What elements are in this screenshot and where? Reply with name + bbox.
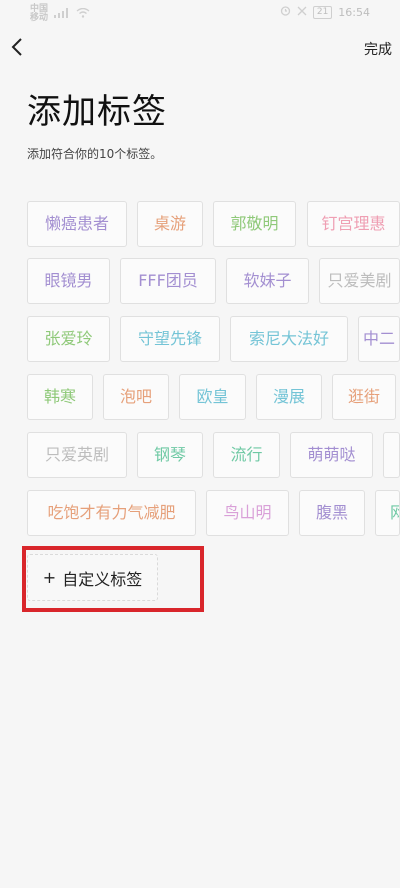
status-bar: 中国 移动 21 16:54 (0, 0, 400, 28)
tag-item[interactable]: 桌游 (137, 201, 203, 247)
chevron-left-icon (10, 37, 24, 61)
tag-label: 中二 (362, 329, 395, 348)
signal-icon (54, 7, 70, 21)
tag-item[interactable]: 流行 (213, 432, 280, 478)
tag-item[interactable]: 张爱玲 (27, 316, 110, 362)
tag-item[interactable]: 韩寒 (27, 374, 93, 420)
tag-item[interactable]: 郭敬明 (213, 201, 296, 247)
tag-label: 网 (390, 503, 399, 522)
tag-item[interactable]: FFF团员 (120, 258, 216, 304)
tag-label: 软妹子 (243, 271, 292, 290)
tag-item[interactable] (383, 432, 400, 478)
status-left: 中国 移动 (30, 5, 90, 23)
custom-tag-label: 自定义标签 (62, 569, 143, 589)
tag-label: 眼镜男 (44, 271, 93, 290)
tag-item[interactable]: 软妹子 (226, 258, 309, 304)
battery-indicator: 21 (312, 5, 333, 19)
tag-label: 郭敬明 (230, 214, 279, 233)
tag-item[interactable]: 索尼大法好 (230, 316, 348, 362)
tag-item[interactable]: 萌萌哒 (290, 432, 373, 478)
mute-icon (297, 6, 307, 19)
done-button[interactable]: 完成 (364, 39, 392, 59)
tag-item[interactable]: 腹黑 (299, 490, 365, 536)
tag-item[interactable]: 中二 (358, 316, 400, 362)
tag-label: 萌萌哒 (307, 445, 356, 464)
tag-label: 只爱美剧 (327, 271, 392, 290)
tag-item[interactable]: 只爱英剧 (27, 432, 127, 478)
tag-item[interactable]: 懒癌患者 (27, 201, 127, 247)
tag-label: 只爱英剧 (44, 445, 109, 464)
tag-item[interactable]: 欧皇 (179, 374, 246, 420)
alarm-icon (280, 5, 291, 19)
tag-item[interactable]: 只爱美剧 (319, 258, 400, 304)
wifi-icon (76, 7, 90, 21)
tag-item[interactable]: 眼镜男 (27, 258, 110, 304)
tag-item[interactable]: 守望先锋 (120, 316, 220, 362)
tag-item[interactable]: 逛街 (332, 374, 396, 420)
tag-label: 鸟山明 (223, 503, 272, 522)
tag-label: 泡吧 (119, 387, 152, 406)
tag-label: 漫展 (272, 387, 305, 406)
status-time: 16:54 (338, 5, 370, 19)
tag-item[interactable]: 钢琴 (137, 432, 203, 478)
tag-label: 懒癌患者 (44, 214, 109, 233)
tag-item[interactable]: 泡吧 (103, 374, 169, 420)
tag-label: 逛街 (347, 387, 380, 406)
back-button[interactable] (2, 34, 32, 64)
tag-label: 流行 (230, 445, 263, 464)
tag-item[interactable]: 钉宫理惠 (307, 201, 400, 247)
tag-item[interactable]: 网 (375, 490, 400, 536)
tag-item[interactable]: 鸟山明 (206, 490, 289, 536)
nav-bar: 完成 (0, 34, 400, 66)
tag-item[interactable]: 漫展 (256, 374, 322, 420)
tag-label: 钉宫理惠 (321, 214, 386, 233)
tag-label: 钢琴 (153, 445, 186, 464)
tag-label: 韩寒 (43, 387, 76, 406)
tag-item[interactable]: 吃饱才有力气减肥 (27, 490, 196, 536)
tag-label: 张爱玲 (44, 329, 93, 348)
carrier-label: 中国 移动 (30, 4, 49, 23)
tag-label: FFF团员 (138, 271, 198, 290)
tag-label: 吃饱才有力气减肥 (47, 503, 176, 522)
page-title: 添加标签 (27, 92, 167, 132)
tag-label: 守望先锋 (137, 329, 202, 348)
tag-label: 欧皇 (196, 387, 229, 406)
tag-label: 桌游 (153, 214, 186, 233)
custom-tag-button[interactable]: + 自定义标签 (27, 554, 158, 601)
plus-icon: + (42, 568, 57, 587)
tag-label: 腹黑 (315, 503, 348, 522)
tag-label: 索尼大法好 (248, 329, 329, 348)
status-right: 21 16:54 (280, 5, 370, 19)
page-subtitle: 添加符合你的10个标签。 (27, 147, 163, 161)
